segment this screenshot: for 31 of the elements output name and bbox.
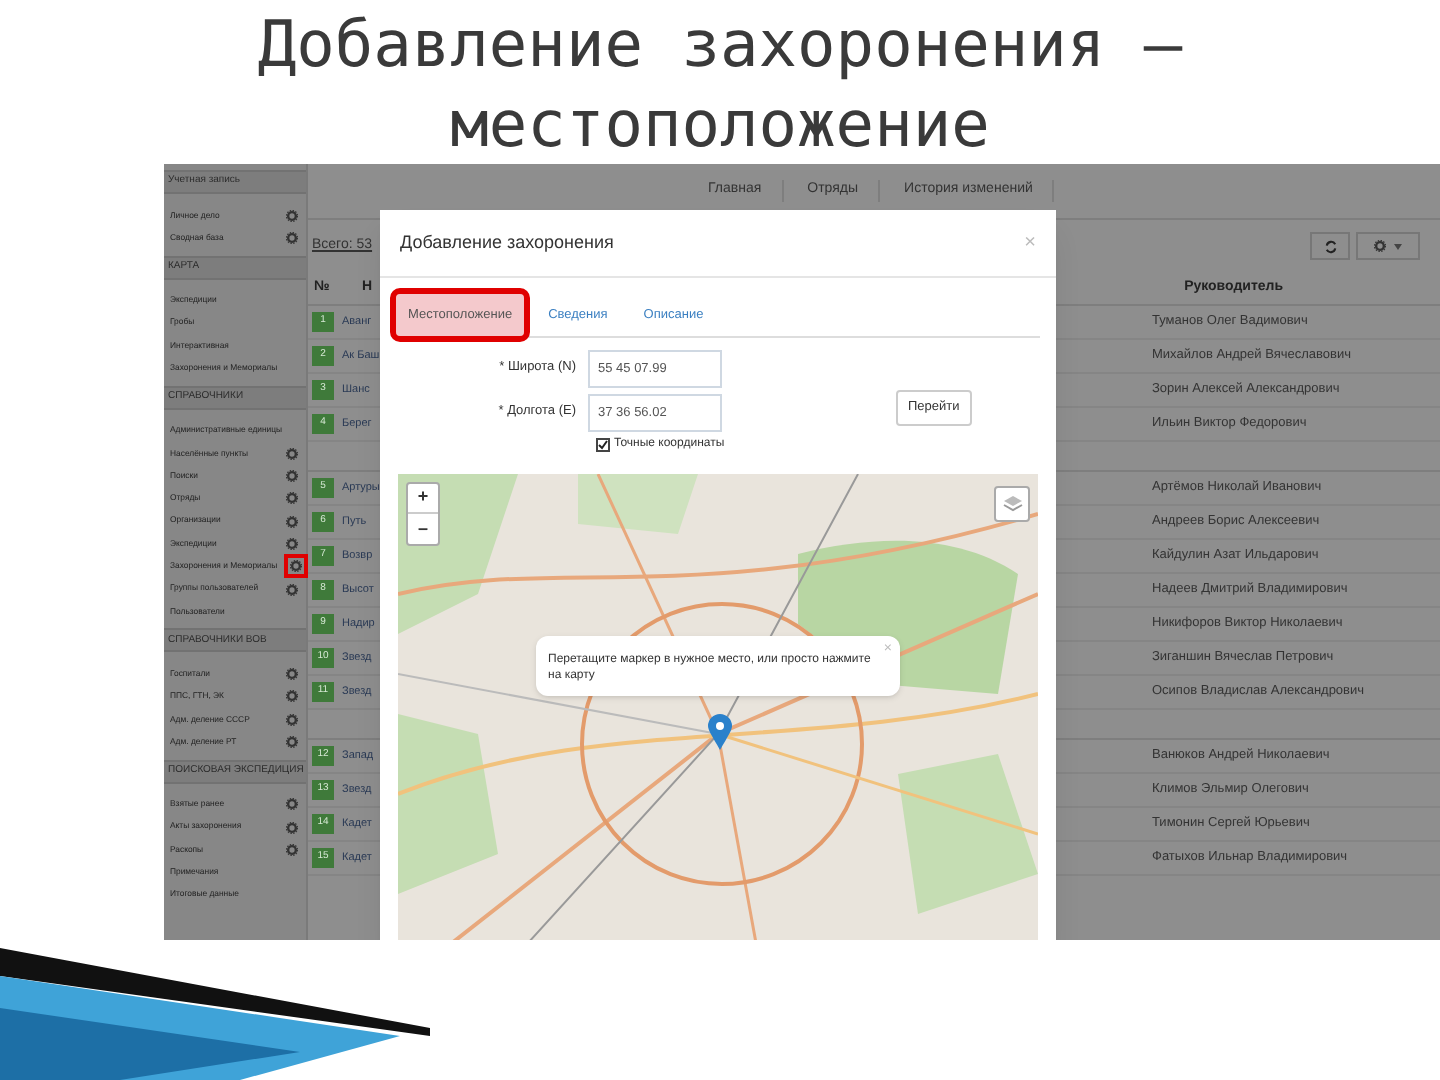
gear-icon[interactable] <box>287 558 304 575</box>
map-marker-icon[interactable] <box>708 714 732 750</box>
refresh-button[interactable] <box>1310 232 1350 260</box>
refresh-icon <box>1323 239 1337 253</box>
gear-icon[interactable] <box>284 733 300 750</box>
caret-icon <box>1394 243 1402 249</box>
gear-icon[interactable] <box>284 535 300 552</box>
gear-icon <box>1374 240 1386 252</box>
gear-icon[interactable] <box>284 688 300 705</box>
gear-icon[interactable] <box>284 445 300 462</box>
gear-icon[interactable] <box>284 796 300 813</box>
gear-icon[interactable] <box>284 581 300 597</box>
slide-title: Добавление захоронения – <box>257 4 1183 84</box>
gear-icon[interactable] <box>284 666 300 683</box>
slide-title: местоположение <box>450 84 990 164</box>
gear-icon[interactable] <box>284 229 300 246</box>
layers-icon <box>1001 494 1023 514</box>
zoom-out-button[interactable]: – <box>408 514 438 544</box>
gear-icon[interactable] <box>284 468 300 485</box>
gear-icon[interactable] <box>284 513 300 530</box>
gear-icon[interactable] <box>284 819 300 836</box>
gear-icon[interactable] <box>284 490 300 507</box>
gear-icon[interactable] <box>284 841 300 858</box>
modal-title: Добавление захоронения <box>400 229 614 256</box>
map-drawing[interactable] <box>398 474 1038 940</box>
checkbox[interactable] <box>596 438 610 452</box>
settings-button[interactable] <box>1356 232 1420 260</box>
gear-icon[interactable] <box>284 711 300 728</box>
zoom-in-button[interactable]: + <box>408 484 438 514</box>
gear-icon[interactable] <box>284 207 300 224</box>
layers-button[interactable] <box>994 486 1030 522</box>
